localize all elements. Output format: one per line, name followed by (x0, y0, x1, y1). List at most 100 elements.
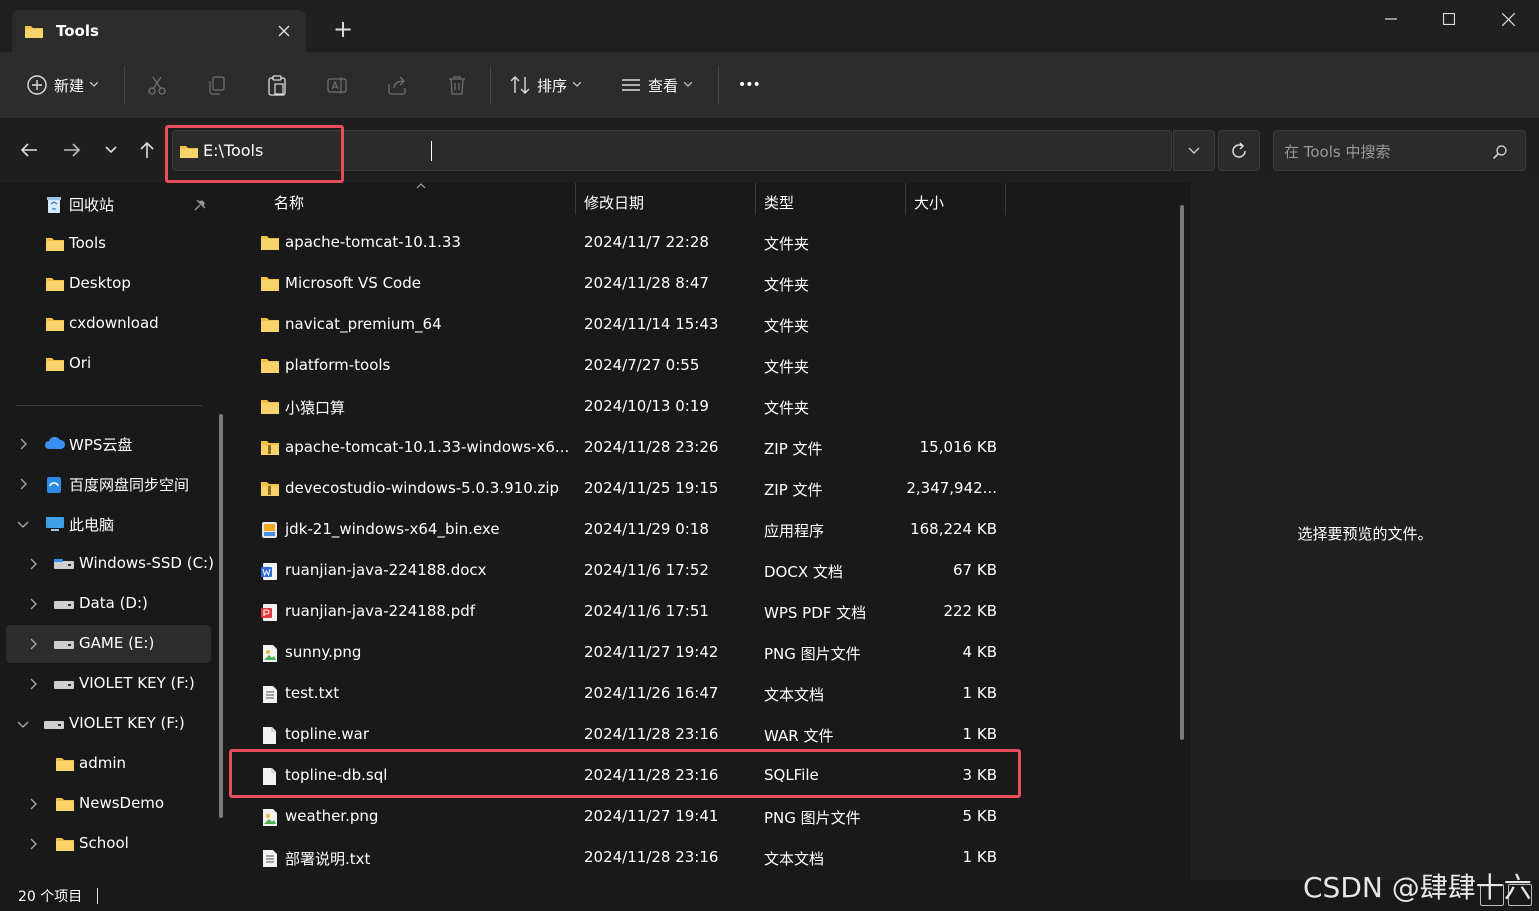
close-button[interactable] (1479, 0, 1537, 38)
cut-button[interactable] (146, 68, 168, 102)
tab-close-icon[interactable] (278, 25, 290, 37)
sidebar-item-recycle-bin[interactable]: 回收站 (0, 185, 220, 223)
sidebar-item-ori[interactable]: Ori (0, 345, 220, 383)
sidebar-item-cxdownload[interactable]: cxdownload (0, 305, 220, 343)
drive-icon (54, 641, 74, 649)
chevron-down-icon[interactable] (16, 517, 30, 531)
table-row[interactable]: devecostudio-windows-5.0.3.910.zip 2024/1… (236, 468, 1174, 509)
column-divider[interactable] (1005, 183, 1006, 215)
table-row[interactable]: jdk-21_windows-x64_bin.exe 2024/11/29 0:1… (236, 509, 1174, 550)
chevron-right-icon[interactable] (26, 837, 40, 851)
folder-icon (56, 758, 74, 771)
sidebar-item-drive-c[interactable]: Windows-SSD (C:) (0, 545, 220, 583)
sidebar-item-desktop[interactable]: Desktop (0, 265, 220, 303)
paste-button[interactable] (266, 68, 288, 102)
back-button[interactable] (12, 133, 46, 167)
chevron-right-icon[interactable] (26, 637, 40, 651)
table-row[interactable]: sunny.png 2024/11/27 19:42 PNG 图片文件 4 KB (236, 632, 1174, 673)
chevron-right-icon[interactable] (26, 557, 40, 571)
forward-button[interactable] (55, 133, 89, 167)
search-icon[interactable] (1492, 144, 1508, 160)
new-button[interactable]: 新建 (26, 68, 99, 102)
file-name: apache-tomcat-10.1.33-windows-x6... (285, 438, 570, 456)
sidebar-item-baidu-sync[interactable]: 百度网盘同步空间 (0, 465, 220, 503)
column-header-name[interactable]: 名称 (266, 183, 576, 217)
refresh-button[interactable] (1218, 130, 1260, 171)
column-header-date[interactable]: 修改日期 (576, 183, 756, 217)
minimize-button[interactable] (1362, 0, 1420, 38)
chevron-right-icon[interactable] (26, 797, 40, 811)
rename-button[interactable] (326, 68, 348, 102)
search-input[interactable] (1282, 139, 1486, 165)
refresh-icon (1232, 141, 1246, 158)
text-file-icon (263, 850, 277, 867)
address-bar[interactable]: E:\Tools (172, 130, 1172, 171)
chevron-right-icon[interactable] (26, 677, 40, 691)
sidebar-divider (16, 405, 202, 406)
file-type: WPS PDF 文档 (764, 604, 867, 622)
file-name: sunny.png (285, 643, 362, 661)
table-row[interactable]: Microsoft VS Code 2024/11/28 8:47 文件夹 (236, 263, 1174, 304)
table-row[interactable]: ruanjian-java-224188.pdf 2024/11/6 17:51 W… (236, 591, 1174, 632)
file-name: navicat_premium_64 (285, 315, 442, 333)
sidebar-item-tools[interactable]: Tools (0, 225, 220, 263)
sidebar-item-usb-f[interactable]: VIOLET KEY (F:) (0, 705, 220, 743)
address-path[interactable]: E:\Tools (203, 141, 263, 160)
sidebar-item-admin[interactable]: admin (0, 745, 220, 783)
table-row[interactable]: weather.png 2024/11/27 19:41 PNG 图片文件 5 KB (236, 796, 1174, 837)
column-header-type[interactable]: 类型 (756, 183, 906, 217)
table-row[interactable]: platform-tools 2024/7/27 0:55 文件夹 (236, 345, 1174, 386)
view-button[interactable]: 查看 (620, 68, 693, 102)
search-box[interactable] (1273, 130, 1526, 171)
table-row[interactable]: apache-tomcat-10.1.33 2024/11/7 22:28 文件夹 (236, 222, 1174, 263)
table-row[interactable]: 小猿口算 2024/10/13 0:19 文件夹 (236, 386, 1174, 427)
sidebar-item-newsdemo[interactable]: NewsDemo (0, 785, 220, 823)
tab-tools[interactable]: Tools (12, 10, 306, 52)
file-size: 1 KB (962, 848, 997, 866)
table-row[interactable]: topline-db.sql 2024/11/28 23:16 SQLFile 3 K… (236, 755, 1174, 796)
copy-button[interactable] (206, 68, 228, 102)
sidebar-item-drive-d[interactable]: Data (D:) (0, 585, 220, 623)
table-row[interactable]: 部署说明.txt 2024/11/28 23:16 文本文档 1 KB (236, 837, 1174, 878)
sidebar-item-school[interactable]: School (0, 825, 220, 863)
sidebar-item-drive-e-selected[interactable]: GAME (E:) (6, 625, 211, 663)
file-type: DOCX 文档 (764, 563, 843, 581)
pin-icon[interactable] (194, 199, 206, 211)
table-row[interactable]: apache-tomcat-10.1.33-windows-x6... 2024/… (236, 427, 1174, 468)
column-header-size[interactable]: 大小 (906, 183, 1006, 217)
table-row[interactable]: test.txt 2024/11/26 16:47 文本文档 1 KB (236, 673, 1174, 714)
file-date: 2024/11/25 19:15 (584, 479, 719, 497)
file-type: WAR 文件 (764, 727, 834, 745)
maximize-button[interactable] (1420, 0, 1478, 38)
sidebar-item-this-pc[interactable]: 此电脑 (0, 505, 220, 543)
sidebar-item-label: Data (D:) (79, 594, 148, 612)
file-date: 2024/11/14 15:43 (584, 315, 719, 333)
table-row[interactable]: topline.war 2024/11/28 23:16 WAR 文件 1 KB (236, 714, 1174, 755)
file-size: 5 KB (962, 807, 997, 825)
chevron-right-icon[interactable] (16, 437, 30, 451)
file-size: 222 KB (943, 602, 997, 620)
table-row[interactable]: ruanjian-java-224188.docx 2024/11/6 17:52… (236, 550, 1174, 591)
more-options-button[interactable]: ••• (738, 68, 761, 102)
new-tab-button[interactable]: + (330, 16, 356, 42)
preview-pane: 选择要预览的文件。 (1191, 183, 1539, 880)
file-date: 2024/11/29 0:18 (584, 520, 709, 538)
sort-button[interactable]: 排序 (509, 68, 582, 102)
up-button[interactable] (130, 133, 164, 167)
chevron-down-icon[interactable] (16, 717, 30, 731)
file-list-scrollbar[interactable] (1180, 205, 1184, 740)
table-row[interactable]: navicat_premium_64 2024/11/14 15:43 文件夹 (236, 304, 1174, 345)
recent-locations-button[interactable] (94, 133, 128, 167)
sidebar-scrollbar[interactable] (219, 414, 223, 818)
chevron-right-icon[interactable] (16, 477, 30, 491)
folder-icon (46, 358, 64, 371)
sidebar-item-wps-cloud[interactable]: WPS云盘 (0, 425, 220, 463)
chevron-right-icon[interactable] (26, 597, 40, 611)
share-button[interactable] (386, 68, 408, 102)
delete-button[interactable] (446, 68, 468, 102)
file-type: 文本文档 (764, 850, 825, 868)
address-history-button[interactable] (1173, 130, 1215, 171)
file-date: 2024/11/28 23:16 (584, 725, 719, 743)
sidebar-item-drive-f[interactable]: VIOLET KEY (F:) (0, 665, 220, 703)
folder-icon (56, 798, 74, 811)
